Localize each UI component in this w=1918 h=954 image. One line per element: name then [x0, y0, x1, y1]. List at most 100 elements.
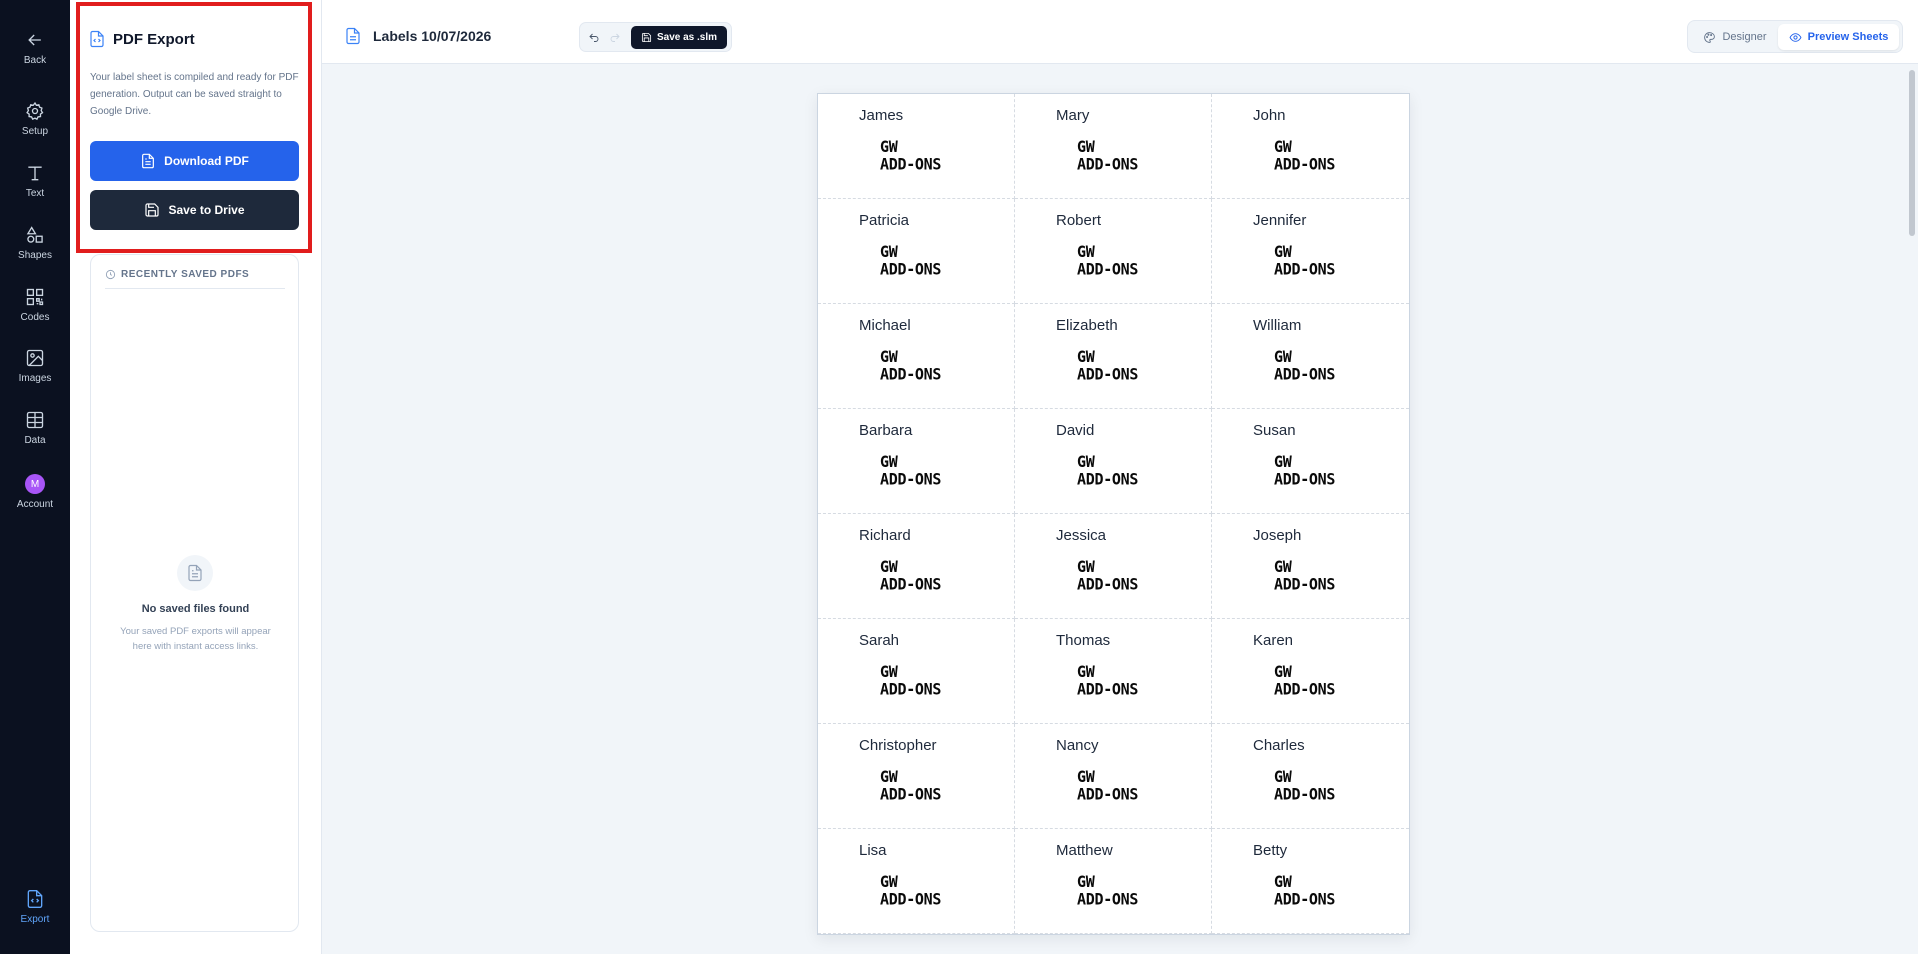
floppy-disk-icon	[145, 203, 160, 217]
label-name: John	[1253, 107, 1286, 124]
rail-back-button[interactable]: Back	[0, 30, 70, 66]
rail-shapes-button[interactable]: Shapes	[0, 225, 70, 261]
label-logo-line-1: GW	[1077, 662, 1095, 681]
label-cell: Mary GW ADD-ONS	[1015, 94, 1212, 199]
label-logo-line-2: ADD-ONS	[880, 259, 942, 279]
label-cell: Jessica GW ADD-ONS	[1015, 514, 1212, 619]
label-logo: GW ADD-ONS	[880, 558, 941, 594]
label-logo: GW ADD-ONS	[880, 663, 941, 699]
qr-code-icon	[26, 288, 44, 306]
shapes-icon	[26, 226, 43, 243]
label-cell: Nancy GW ADD-ONS	[1015, 724, 1212, 829]
rail-data-button[interactable]: Data	[0, 410, 70, 446]
label-logo: GW ADD-ONS	[1274, 558, 1335, 594]
label-name: Joseph	[1253, 527, 1302, 544]
rail-setup-button[interactable]: Setup	[0, 101, 70, 137]
label-logo-line-2: ADD-ONS	[1077, 784, 1139, 804]
file-text-icon	[142, 153, 155, 169]
label-cell: Barbara GW ADD-ONS	[818, 409, 1015, 514]
label-cell: Richard GW ADD-ONS	[818, 514, 1015, 619]
label-name: William	[1253, 317, 1302, 334]
download-pdf-button[interactable]: Download PDF	[90, 141, 299, 181]
label-name: Thomas	[1056, 632, 1111, 649]
label-logo-line-1: GW	[1274, 767, 1292, 786]
label-name: Mary	[1056, 107, 1090, 124]
designer-view-button[interactable]: Designer	[1694, 25, 1776, 49]
label-logo: GW ADD-ONS	[1274, 138, 1335, 174]
label-logo: GW ADD-ONS	[1274, 243, 1335, 279]
label-logo-line-1: GW	[1077, 452, 1095, 471]
view-toggle: Designer Preview Sheets	[1687, 20, 1903, 53]
label-logo: GW ADD-ONS	[1274, 873, 1335, 909]
label-cell: David GW ADD-ONS	[1015, 409, 1212, 514]
label-name: Jennifer	[1253, 212, 1307, 229]
label-logo-line-1: GW	[880, 452, 898, 471]
undo-button[interactable]	[585, 29, 603, 47]
label-name: Lisa	[859, 842, 887, 859]
canvas-scrollbar-thumb[interactable]	[1909, 70, 1915, 236]
redo-button[interactable]	[606, 29, 624, 47]
palette-icon	[1704, 31, 1716, 43]
label-logo: GW ADD-ONS	[1077, 243, 1138, 279]
label-logo: GW ADD-ONS	[1077, 558, 1138, 594]
label-logo-line-1: GW	[1274, 242, 1292, 261]
label-logo-line-1: GW	[880, 137, 898, 156]
label-logo-line-1: GW	[1077, 137, 1095, 156]
label-cell: Lisa GW ADD-ONS	[818, 829, 1015, 934]
label-logo-line-2: ADD-ONS	[1274, 364, 1336, 384]
label-logo-line-2: ADD-ONS	[1077, 889, 1139, 909]
rail-account-button[interactable]: M Account	[0, 474, 70, 510]
label-name: Karen	[1253, 632, 1294, 649]
label-logo-line-1: GW	[1274, 557, 1292, 576]
recent-pdfs-header: RECENTLY SAVED PDFS	[105, 269, 285, 289]
label-logo-line-1: GW	[880, 242, 898, 261]
save-as-slm-button[interactable]: Save as .slm	[631, 26, 727, 49]
label-name: Charles	[1253, 737, 1305, 754]
image-icon	[26, 349, 44, 367]
label-logo: GW ADD-ONS	[1274, 768, 1335, 804]
label-logo-line-1: GW	[880, 872, 898, 891]
save-to-drive-button[interactable]: Save to Drive	[90, 190, 299, 230]
label-cell: Robert GW ADD-ONS	[1015, 199, 1212, 304]
label-cell: Christopher GW ADD-ONS	[818, 724, 1015, 829]
rail-codes-button[interactable]: Codes	[0, 287, 70, 323]
label-logo-line-2: ADD-ONS	[880, 154, 942, 174]
label-name: Sarah	[859, 632, 900, 649]
label-logo: GW ADD-ONS	[1274, 663, 1335, 699]
rail-label: Setup	[21, 126, 49, 137]
designer-view-label: Designer	[1722, 31, 1767, 43]
label-logo-line-1: GW	[1077, 242, 1095, 261]
label-logo-line-1: GW	[1274, 137, 1292, 156]
rail-export-button[interactable]: Export	[0, 889, 70, 925]
label-name: Richard	[859, 527, 911, 544]
label-name: Elizabeth	[1056, 317, 1118, 334]
label-cell: Karen GW ADD-ONS	[1212, 619, 1409, 724]
label-logo: GW ADD-ONS	[1077, 138, 1138, 174]
label-logo: GW ADD-ONS	[880, 243, 941, 279]
label-logo-line-1: GW	[1274, 872, 1292, 891]
label-logo-line-1: GW	[880, 767, 898, 786]
label-name: James	[859, 107, 904, 124]
label-logo-line-1: GW	[1077, 767, 1095, 786]
history-toolbar: Save as .slm	[579, 22, 732, 52]
preview-sheets-label: Preview Sheets	[1807, 31, 1889, 43]
recent-pdfs-card: RECENTLY SAVED PDFS No saved files found…	[90, 254, 299, 932]
label-logo-line-1: GW	[1077, 872, 1095, 891]
preview-sheets-button[interactable]: Preview Sheets	[1778, 24, 1899, 50]
label-cell: Jennifer GW ADD-ONS	[1212, 199, 1409, 304]
rail-label: Shapes	[18, 250, 52, 261]
label-logo-line-2: ADD-ONS	[1274, 784, 1336, 804]
label-logo-line-1: GW	[1274, 662, 1292, 681]
label-name: Michael	[859, 317, 911, 334]
label-logo: GW ADD-ONS	[1077, 663, 1138, 699]
label-cell: Sarah GW ADD-ONS	[818, 619, 1015, 724]
gear-icon	[26, 101, 44, 121]
label-name: Betty	[1253, 842, 1288, 859]
label-cell: John GW ADD-ONS	[1212, 94, 1409, 199]
label-cell: Charles GW ADD-ONS	[1212, 724, 1409, 829]
recent-pdfs-title: RECENTLY SAVED PDFS	[121, 269, 250, 280]
label-logo-line-2: ADD-ONS	[880, 679, 942, 699]
save-to-drive-label: Save to Drive	[168, 203, 245, 217]
rail-text-button[interactable]: Text	[0, 163, 70, 199]
rail-images-button[interactable]: Images	[0, 348, 70, 384]
